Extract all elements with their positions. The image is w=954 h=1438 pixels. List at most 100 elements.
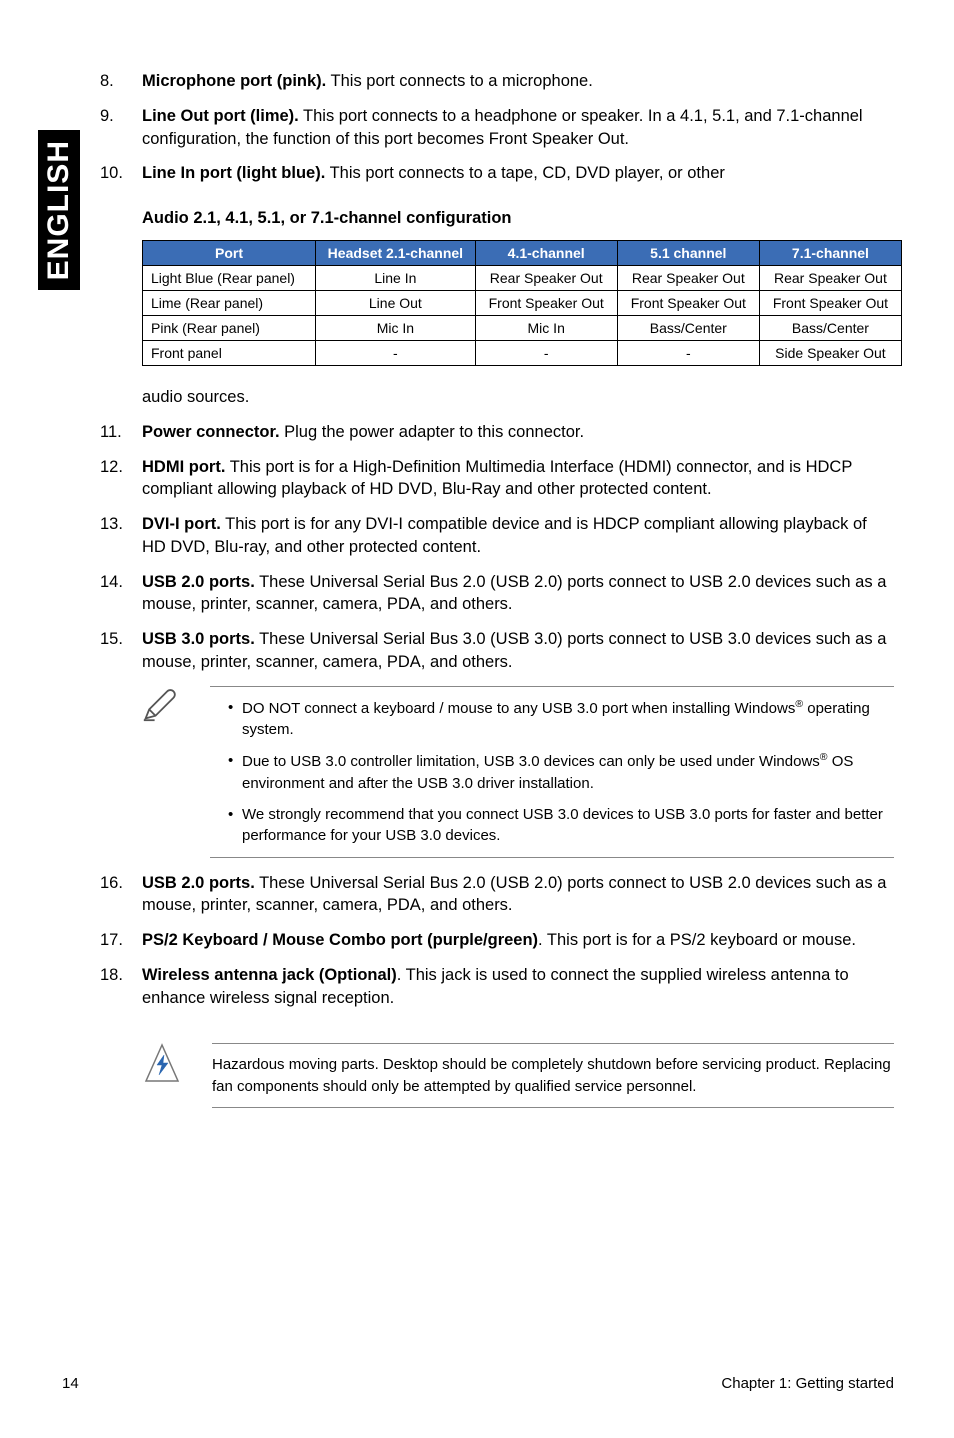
list-item: 12. HDMI port. This port is for a High-D… [100, 456, 894, 502]
feature-list-cont2: 16. USB 2.0 ports. These Universal Seria… [100, 872, 894, 1010]
item-bold: USB 3.0 ports. [142, 630, 255, 648]
cell: Pink (Rear panel) [143, 316, 316, 341]
lang-label: ENGLISH [42, 140, 76, 280]
note-item: We strongly recommend that you connect U… [228, 804, 894, 847]
item-text: This port is for a High-Definition Multi… [142, 458, 852, 499]
list-item: 11. Power connector. Plug the power adap… [100, 421, 894, 444]
table-row: Lime (Rear panel) Line Out Front Speaker… [143, 291, 902, 316]
cell: Light Blue (Rear panel) [143, 266, 316, 291]
table-row: Front panel - - - Side Speaker Out [143, 341, 902, 366]
item-text: Plug the power adapter to this connector… [280, 423, 585, 441]
cell: Mic In [475, 316, 617, 341]
pen-icon [142, 686, 178, 722]
note-body: DO NOT connect a keyboard / mouse to any… [210, 686, 894, 858]
cell: Front Speaker Out [759, 291, 901, 316]
audio-config-table: Port Headset 2.1-channel 4.1-channel 5.1… [142, 240, 902, 366]
item-bold: HDMI port. [142, 458, 225, 476]
cell: - [617, 341, 759, 366]
list-item: 8. Microphone port (pink). This port con… [100, 70, 894, 93]
cell: Front Speaker Out [475, 291, 617, 316]
item-body: USB 3.0 ports. These Universal Serial Bu… [142, 628, 894, 674]
item-body: Wireless antenna jack (Optional). This j… [142, 964, 894, 1010]
item-bold: Line Out port (lime). [142, 107, 299, 125]
cell: Bass/Center [759, 316, 901, 341]
cell: Rear Speaker Out [617, 266, 759, 291]
cell: Front panel [143, 341, 316, 366]
list-item: 15. USB 3.0 ports. These Universal Seria… [100, 628, 894, 674]
page-container: ENGLISH 8. Microphone port (pink). This … [0, 0, 954, 1438]
feature-list-cont: audio sources. 11. Power connector. Plug… [100, 386, 894, 674]
item-text: This port connects to a tape, CD, DVD pl… [325, 164, 725, 182]
item-body: Microphone port (pink). This port connec… [142, 70, 894, 93]
list-item: 16. USB 2.0 ports. These Universal Seria… [100, 872, 894, 918]
item-text: This port connects to a microphone. [326, 72, 593, 90]
item-bold: Microphone port (pink). [142, 72, 326, 90]
item-number: 8. [100, 70, 142, 93]
item-text: This port is for any DVI-I compatible de… [142, 515, 867, 556]
chapter-label: Chapter 1: Getting started [721, 1375, 894, 1392]
list-item: 9. Line Out port (lime). This port conne… [100, 105, 894, 151]
item-number: 15. [100, 628, 142, 674]
list-item: 17. PS/2 Keyboard / Mouse Combo port (pu… [100, 929, 894, 952]
item-body: USB 2.0 ports. These Universal Serial Bu… [142, 571, 894, 617]
item-body: Line In port (light blue). This port con… [142, 162, 894, 185]
cell: Rear Speaker Out [759, 266, 901, 291]
th-port: Port [143, 241, 316, 266]
item-number: 11. [100, 421, 142, 444]
item-number: 13. [100, 513, 142, 559]
item-bold: USB 2.0 ports. [142, 874, 255, 892]
item-body: Line Out port (lime). This port connects… [142, 105, 894, 151]
cell: Rear Speaker Out [475, 266, 617, 291]
item-body: USB 2.0 ports. These Universal Serial Bu… [142, 872, 894, 918]
item-body: DVI-I port. This port is for any DVI-I c… [142, 513, 894, 559]
list-item: 18. Wireless antenna jack (Optional). Th… [100, 964, 894, 1010]
note-block: DO NOT connect a keyboard / mouse to any… [142, 686, 894, 858]
cell: Mic In [316, 316, 476, 341]
item-body: PS/2 Keyboard / Mouse Combo port (purple… [142, 929, 894, 952]
item-number: 18. [100, 964, 142, 1010]
cell: Line In [316, 266, 476, 291]
note-item: DO NOT connect a keyboard / mouse to any… [228, 697, 894, 741]
cell: Front Speaker Out [617, 291, 759, 316]
page-number: 14 [62, 1375, 79, 1392]
language-tab: ENGLISH [38, 130, 80, 290]
audio-sources-text: audio sources. [142, 386, 894, 409]
item-bold: USB 2.0 ports. [142, 573, 255, 591]
item-number: 10. [100, 162, 142, 185]
cell: - [316, 341, 476, 366]
cell: Line Out [316, 291, 476, 316]
cell: Lime (Rear panel) [143, 291, 316, 316]
list-item: audio sources. [100, 386, 894, 409]
item-number: 14. [100, 571, 142, 617]
list-item: 10. Line In port (light blue). This port… [100, 162, 894, 185]
page-footer: 14 Chapter 1: Getting started [62, 1375, 894, 1392]
item-bold: DVI-I port. [142, 515, 221, 533]
item-body: HDMI port. This port is for a High-Defin… [142, 456, 894, 502]
table-row: Pink (Rear panel) Mic In Mic In Bass/Cen… [143, 316, 902, 341]
th-71: 7.1-channel [759, 241, 901, 266]
warning-block: Hazardous moving parts. Desktop should b… [142, 1043, 894, 1108]
item-bold: Line In port (light blue). [142, 164, 325, 182]
item-number: 16. [100, 872, 142, 918]
note-item: Due to USB 3.0 controller limitation, US… [228, 750, 894, 794]
warning-text: Hazardous moving parts. Desktop should b… [212, 1043, 894, 1108]
item-number: 12. [100, 456, 142, 502]
cell: Side Speaker Out [759, 341, 901, 366]
list-item: 14. USB 2.0 ports. These Universal Seria… [100, 571, 894, 617]
item-number: 17. [100, 929, 142, 952]
item-bold: PS/2 Keyboard / Mouse Combo port (purple… [142, 931, 538, 949]
cell: Bass/Center [617, 316, 759, 341]
audio-heading: Audio 2.1, 4.1, 5.1, or 7.1-channel conf… [142, 209, 894, 228]
item-bold: Power connector. [142, 423, 280, 441]
item-bold: Wireless antenna jack (Optional) [142, 966, 397, 984]
th-41: 4.1-channel [475, 241, 617, 266]
feature-list: 8. Microphone port (pink). This port con… [100, 70, 894, 185]
item-number: 9. [100, 105, 142, 151]
th-51: 5.1 channel [617, 241, 759, 266]
th-21: Headset 2.1-channel [316, 241, 476, 266]
list-item: 13. DVI-I port. This port is for any DVI… [100, 513, 894, 559]
lightning-icon [142, 1043, 182, 1083]
item-body: Power connector. Plug the power adapter … [142, 421, 894, 444]
item-text: . This port is for a PS/2 keyboard or mo… [538, 931, 856, 949]
cell: - [475, 341, 617, 366]
